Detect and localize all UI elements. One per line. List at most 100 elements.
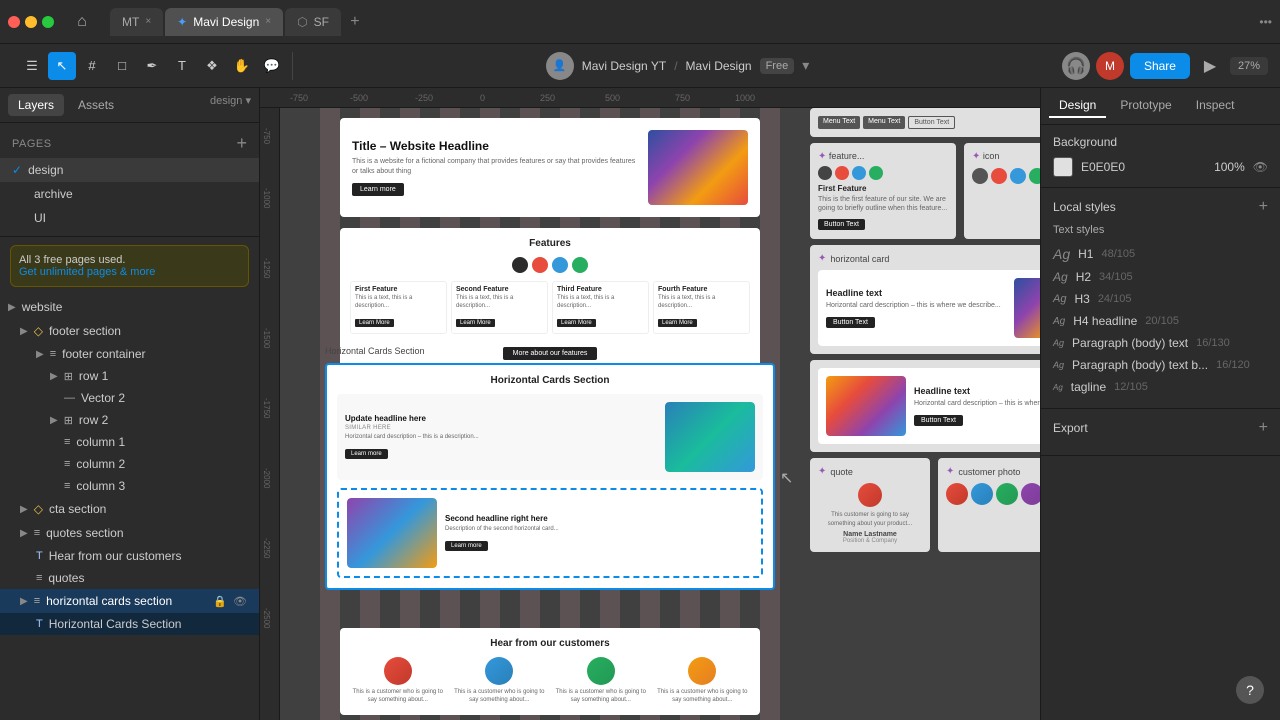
text-style-h4[interactable]: Ag H4 headline 20/105 — [1053, 310, 1268, 332]
ic-green — [1029, 168, 1040, 184]
testimonial-3: This is a customer who is going to say s… — [553, 657, 649, 705]
hero-cta[interactable]: Learn more — [352, 183, 404, 196]
user-profile[interactable]: M — [1096, 52, 1124, 80]
text-style-tagline[interactable]: Ag tagline 12/105 — [1053, 376, 1268, 398]
tab-mavi-design[interactable]: ✦ Mavi Design × — [165, 8, 283, 36]
ag-icon: Ag — [1053, 360, 1064, 370]
upgrade-link[interactable]: Get unlimited pages & more — [19, 266, 240, 278]
ag-icon: Ag — [1053, 338, 1064, 348]
layers-tab[interactable]: Layers — [8, 94, 64, 116]
tab-mavi-close[interactable]: × — [265, 16, 271, 27]
pages-title: Pages — [12, 138, 52, 150]
f3-title: Third Feature — [557, 286, 644, 293]
text-style-body-b[interactable]: Ag Paragraph (body) text b... 16/120 — [1053, 354, 1268, 376]
layer-website[interactable]: ▶ website — [0, 295, 259, 319]
layer-col2[interactable]: ≡ column 2 — [0, 453, 259, 475]
minimize-button[interactable] — [25, 16, 37, 28]
text-style-h2[interactable]: Ag H2 34/105 — [1053, 266, 1268, 288]
frame-icon: ≡ — [34, 595, 40, 607]
collapse-icon: ▶ — [8, 302, 16, 313]
free-banner: All 3 free pages used. Get unlimited pag… — [10, 245, 249, 287]
layer-quotes-section[interactable]: ▶ ≡ quotes section — [0, 521, 259, 545]
hcards-title-label: Horizontal Cards Section — [49, 617, 247, 631]
component-tool[interactable]: ❖ — [198, 52, 226, 80]
horizontal-cards-frame[interactable]: Horizontal Cards Section Update headline… — [325, 363, 775, 590]
vertical-ruler: -750 -1000 -1250 -1500 -1750 -2000 -2250… — [260, 108, 280, 720]
f2-desc: This is a text, this is a description... — [456, 295, 543, 311]
shape-tool[interactable]: □ — [108, 52, 136, 80]
visibility-toggle[interactable]: 👁 — [1253, 160, 1268, 174]
arrow-icon: ▶ — [50, 371, 58, 382]
left-panel: Layers Assets design ▾ Pages + ✓ design … — [0, 88, 260, 720]
add-local-style-button[interactable]: + — [1259, 198, 1268, 216]
features-more-btn[interactable]: More about our features — [503, 347, 598, 360]
avatar-2 — [485, 657, 513, 685]
f2-btn[interactable]: Learn More — [456, 319, 495, 327]
layer-col3[interactable]: ≡ column 3 — [0, 475, 259, 497]
hcard2-comp-inner: Headline text Horizontal card descriptio… — [818, 368, 1040, 444]
layer-col1[interactable]: ≡ column 1 — [0, 431, 259, 453]
share-button[interactable]: Share — [1130, 53, 1190, 79]
close-button[interactable] — [8, 16, 20, 28]
assets-tab[interactable]: Assets — [68, 94, 124, 116]
hand-tool[interactable]: ✋ — [228, 52, 256, 80]
comment-tool[interactable]: 💬 — [258, 52, 286, 80]
hcard2-comp-btn[interactable]: Button Text — [914, 415, 963, 426]
frame-tool[interactable]: # — [78, 52, 106, 80]
tab-mt-close[interactable]: × — [145, 16, 151, 27]
add-page-button[interactable]: + — [236, 133, 247, 154]
text-style-body[interactable]: Ag Paragraph (body) text 16/130 — [1053, 332, 1268, 354]
feature-headline-preview: First Feature — [818, 184, 948, 193]
maximize-button[interactable] — [42, 16, 54, 28]
play-button[interactable]: ▶ — [1196, 52, 1224, 80]
canvas-content[interactable]: Title – Website Headline This is a websi… — [280, 108, 1040, 720]
hcard-comp-btn[interactable]: Button Text — [826, 317, 875, 328]
layer-quotes[interactable]: ≡ quotes — [0, 567, 259, 589]
layer-row1[interactable]: ▶ ⊞ row 1 — [0, 365, 259, 387]
tab-sf-label: SF — [314, 15, 329, 29]
text-tool[interactable]: T — [168, 52, 196, 80]
add-tab-button[interactable]: + — [343, 10, 367, 34]
f4-btn[interactable]: Learn More — [658, 319, 697, 327]
tab-mt[interactable]: MT × — [110, 8, 163, 36]
f1-desc: This is a text, this is a description... — [355, 295, 442, 311]
layer-hcards-title[interactable]: T Horizontal Cards Section — [0, 613, 259, 635]
home-button[interactable]: ⌂ — [66, 6, 98, 38]
f1-btn[interactable]: Learn More — [355, 319, 394, 327]
layer-hcards-section[interactable]: ▶ ≡ horizontal cards section 🔒 👁 — [0, 589, 259, 613]
feature-btn-preview[interactable]: Button Text — [818, 219, 865, 230]
text-style-h1[interactable]: Ag H1 48/105 — [1053, 242, 1268, 266]
inspect-tab[interactable]: Inspect — [1186, 94, 1245, 118]
layer-row2[interactable]: ▶ ⊞ row 2 — [0, 409, 259, 431]
design-label: design ▾ — [210, 94, 251, 116]
quotes-section-label: quotes section — [46, 526, 247, 540]
menu-button[interactable]: ☰ — [18, 52, 46, 80]
layer-cta-section[interactable]: ▶ ◇ cta section — [0, 497, 259, 521]
lock-icon: 🔒 — [213, 595, 227, 608]
hcard-comp-headline: Headline text — [826, 288, 1006, 298]
page-design[interactable]: ✓ design — [0, 158, 259, 182]
layer-footer-container[interactable]: ▶ ≡ footer container — [0, 343, 259, 365]
layer-footer-section[interactable]: ▶ ◇ footer section — [0, 319, 259, 343]
design-tab[interactable]: Design — [1049, 94, 1106, 118]
hcard-1-btn[interactable]: Learn more — [345, 449, 388, 459]
pen-tool[interactable]: ✒ — [138, 52, 166, 80]
layer-hear-from[interactable]: T Hear from our customers — [0, 545, 259, 567]
help-button[interactable]: ? — [1236, 676, 1264, 704]
f3-btn[interactable]: Learn More — [557, 319, 596, 327]
select-tool[interactable]: ↖ — [48, 52, 76, 80]
prototype-tab[interactable]: Prototype — [1110, 94, 1181, 118]
page-ui[interactable]: UI — [0, 206, 259, 230]
dropdown-icon[interactable]: ▾ — [802, 57, 809, 74]
canvas[interactable]: -750 -500 -250 0 250 500 750 1000 -750 -… — [260, 88, 1040, 720]
visibility-icon[interactable]: 👁 — [233, 595, 247, 608]
more-icon[interactable]: ••• — [1259, 15, 1272, 29]
headphone-icon[interactable]: 🎧 — [1062, 52, 1090, 80]
tab-sf[interactable]: ⬡ SF — [285, 8, 341, 36]
layer-vector2[interactable]: — Vector 2 — [0, 387, 259, 409]
hcard-2-btn[interactable]: Learn more — [445, 541, 488, 551]
text-style-h3[interactable]: Ag H3 24/105 — [1053, 288, 1268, 310]
add-export-button[interactable]: + — [1259, 419, 1268, 437]
page-archive[interactable]: archive — [0, 182, 259, 206]
background-swatch[interactable] — [1053, 157, 1073, 177]
